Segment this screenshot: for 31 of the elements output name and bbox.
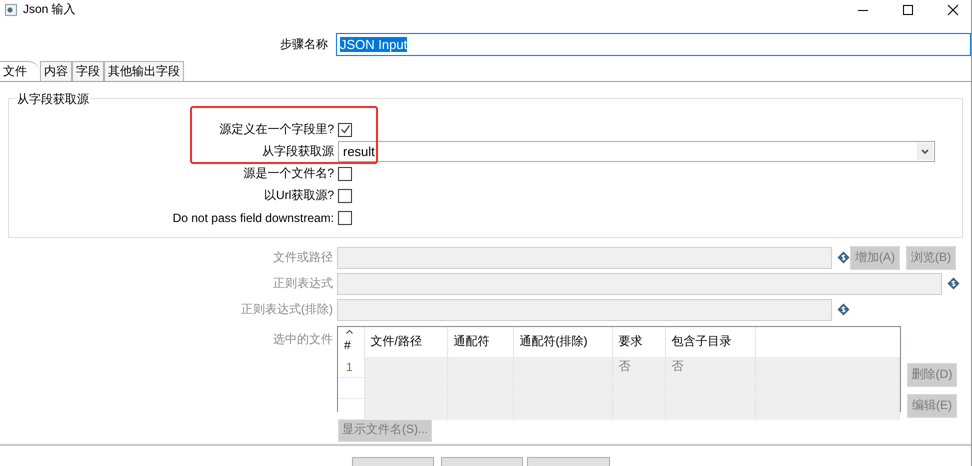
tab[interactable]: 其他输出字段 <box>104 60 184 81</box>
tab[interactable]: 字段 <box>72 60 104 81</box>
caret-icon <box>921 148 929 155</box>
table-cell: 否 <box>612 356 665 378</box>
variable-icon <box>837 303 850 316</box>
tab[interactable]: 内容 <box>40 60 72 81</box>
field-label: 源是一个文件名? <box>242 165 334 182</box>
variable-icon <box>947 277 960 290</box>
field-dropdown[interactable]: result <box>338 141 935 162</box>
field-label: 文件或路径 <box>272 249 333 266</box>
field-label: 源定义在一个字段里? <box>218 121 334 138</box>
field-label: Do not pass field downstream: <box>172 210 334 225</box>
field-label: 选中的文件 <box>272 330 333 348</box>
table-cell: 否 <box>665 356 755 378</box>
close-icon[interactable] <box>947 4 959 16</box>
step-name-field[interactable]: JSON Input <box>336 32 971 56</box>
step-name-label: 步骤名称 <box>279 36 328 53</box>
row-number: 1 <box>338 356 364 378</box>
field-label: 以Url获取源? <box>262 187 334 204</box>
field-label: 从字段获取源 <box>261 143 334 160</box>
window-title: Json 输入 <box>23 1 76 18</box>
checkbox[interactable] <box>338 188 352 203</box>
maximize-icon[interactable] <box>902 4 914 16</box>
checkbox[interactable] <box>338 166 352 181</box>
variable-icon <box>837 251 850 264</box>
field-label: 正则表达式(排除) <box>240 301 333 318</box>
app-icon <box>5 4 17 16</box>
checkbox[interactable] <box>338 210 352 225</box>
sort-icon <box>346 330 353 334</box>
field-label: 正则表达式 <box>272 275 333 292</box>
checkbox[interactable] <box>338 122 352 137</box>
